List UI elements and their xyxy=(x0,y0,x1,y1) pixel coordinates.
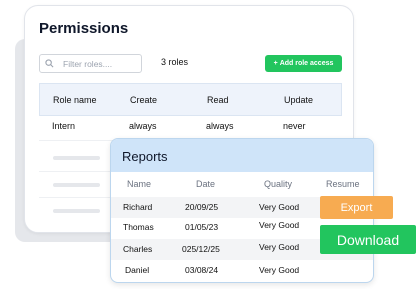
permissions-title: Permissions xyxy=(39,20,129,37)
role-name-cell: Intern xyxy=(52,121,76,131)
column-create: Create xyxy=(130,95,158,105)
placeholder-row xyxy=(53,183,100,187)
column-role-name: Role name xyxy=(53,95,97,105)
reports-header: Reports xyxy=(111,139,373,172)
date-cell: 20/09/25 xyxy=(185,202,219,212)
name-cell: Daniel xyxy=(125,265,150,275)
date-cell: 025/12/25 xyxy=(182,244,220,254)
quality-cell: Very Good xyxy=(259,220,300,230)
column-date: Date xyxy=(196,179,216,189)
download-button[interactable]: Download xyxy=(320,225,416,254)
table-row: Daniel 03/08/24 Very Good xyxy=(111,260,373,281)
column-update: Update xyxy=(284,95,314,105)
name-cell: Richard xyxy=(123,202,153,212)
quality-cell: Very Good xyxy=(259,202,300,212)
name-cell: Charles xyxy=(123,244,153,254)
column-read: Read xyxy=(207,95,229,105)
update-cell: never xyxy=(283,121,306,131)
date-cell: 03/08/24 xyxy=(185,265,219,275)
reports-title: Reports xyxy=(122,149,168,164)
roles-count: 3 roles xyxy=(161,57,189,67)
date-cell: 01/05/23 xyxy=(185,222,219,232)
filter-roles-input[interactable] xyxy=(63,58,133,69)
name-cell: Thomas xyxy=(123,222,154,232)
add-role-access-button[interactable]: + Add role access xyxy=(265,55,342,72)
search-icon xyxy=(45,59,54,68)
create-cell: always xyxy=(129,121,157,131)
placeholder-row xyxy=(53,156,100,160)
quality-cell: Very Good xyxy=(259,242,300,252)
export-button[interactable]: Export xyxy=(320,196,393,219)
read-cell: always xyxy=(206,121,234,131)
filter-roles-field[interactable] xyxy=(39,54,142,73)
add-role-access-label: Add role access xyxy=(279,60,334,67)
placeholder-row xyxy=(53,209,100,213)
column-name: Name xyxy=(127,179,152,189)
plus-icon: + xyxy=(273,60,278,67)
permissions-table-header: Role name Create Read Update xyxy=(39,83,342,116)
column-quality: Quality xyxy=(264,179,293,189)
quality-cell: Very Good xyxy=(259,265,300,275)
column-resume: Resume xyxy=(326,179,360,189)
